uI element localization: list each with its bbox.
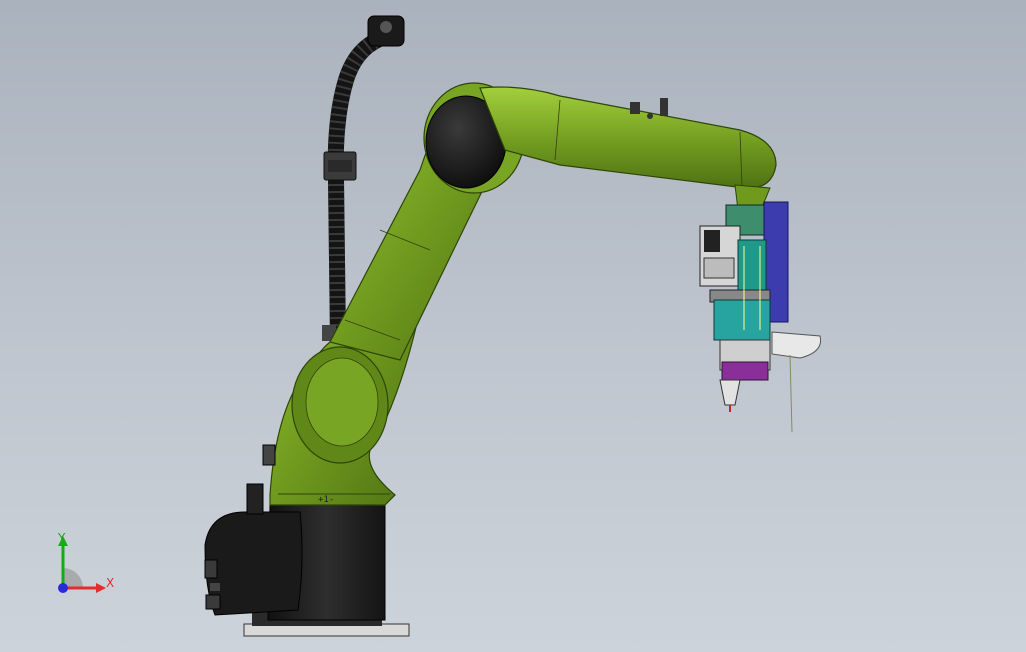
forearm-link[interactable] (479, 86, 777, 213)
coordinate-triad-icon: Y X (57, 531, 114, 593)
x-axis-label: X (106, 576, 114, 590)
end-effector-tool[interactable] (699, 201, 822, 433)
graphics-viewport[interactable]: +1- Y X (0, 0, 1026, 652)
y-axis-label: Y (57, 531, 66, 545)
robot-arm-model[interactable]: +1- (0, 0, 1026, 652)
joint-marker-label: +1- (318, 495, 334, 505)
